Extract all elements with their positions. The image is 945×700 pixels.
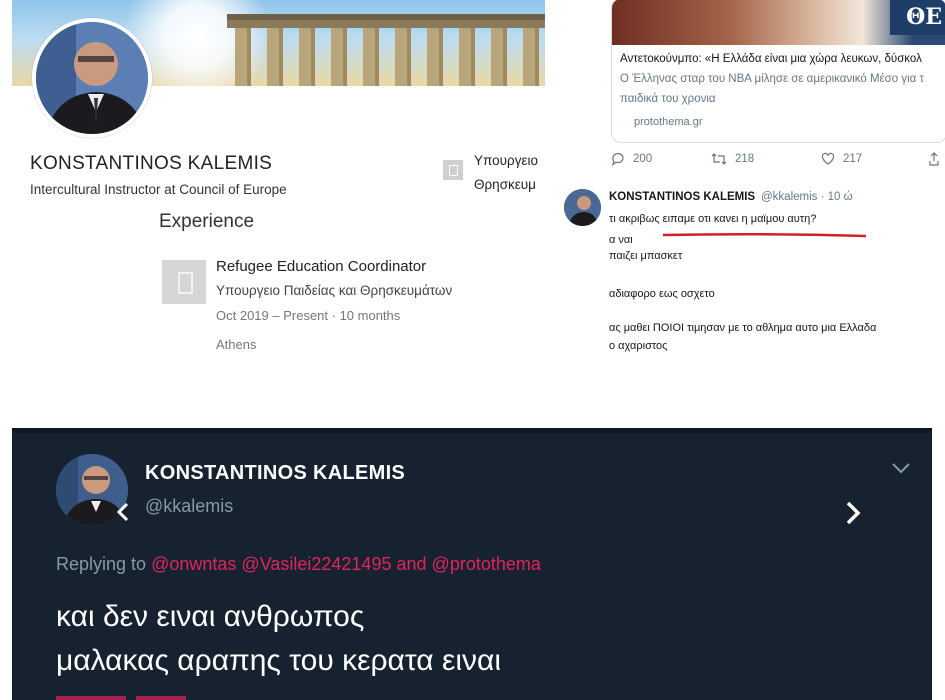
- profile-name: KONSTANTINOS KALEMIS: [30, 153, 273, 174]
- tweet-text-line: μαλακας αραπης του κερατα ειναι: [56, 644, 502, 677]
- chevron-down-icon[interactable]: [890, 460, 912, 476]
- reply-author-name[interactable]: KONSTANTINOS KALEMIS: [609, 191, 755, 203]
- mention-link[interactable]: @protothema: [432, 554, 541, 574]
- experience-heading: Experience: [159, 211, 255, 232]
- tweet-author-handle[interactable]: @kkalemis: [145, 496, 233, 517]
- share-icon: [929, 152, 939, 166]
- reply-line: τι ακριβως ειπαμε οτι κανει η μαϊμου αυτ…: [609, 213, 817, 225]
- reply-line: αδιαφορο εως οσχετο: [609, 288, 715, 300]
- reply-avatar[interactable]: [564, 189, 601, 226]
- card-url: protothema.gr: [634, 116, 703, 128]
- profile-avatar[interactable]: [32, 18, 152, 138]
- card-image: ΘΕ: [612, 0, 945, 45]
- link-preview-card[interactable]: ΘΕ Αντετοκούνμπο: «Η Ελλάδα είναι μια χώ…: [611, 0, 945, 143]
- replying-prefix: Replying to: [56, 554, 147, 574]
- parthenon-image: [227, 14, 545, 86]
- card-description: Ο Έλληνας σταρ του NBA μίλησε σε αμερικα…: [620, 73, 925, 85]
- mention-link[interactable]: @Vasilei22421495: [241, 554, 391, 574]
- experience-organization: Υπουργειο Παιδείας και Θρησκευμάτων: [216, 283, 453, 298]
- experience-dates: Oct 2019 – Present · 10 months: [216, 308, 401, 323]
- reply-count: 200: [633, 153, 653, 165]
- card-image-badge: ΘΕ: [890, 0, 945, 35]
- retweet-count: 218: [735, 153, 755, 165]
- reply-line: παιζει μπασκετ: [609, 250, 683, 262]
- experience-location: Athens: [216, 337, 257, 352]
- card-description-2: παιδικά του χρονια: [620, 93, 716, 105]
- profile-headline: Intercultural Instructor at Council of E…: [30, 182, 287, 197]
- card-title: Αντετοκούνμπο: «Η Ελλάδα είναι μια χώρα …: [620, 53, 922, 65]
- chevron-left-icon[interactable]: [116, 502, 130, 522]
- top-bar: [12, 428, 932, 433]
- tweet-text-line: και δεν ειναι ανθρωπος: [56, 600, 365, 633]
- like-count: 217: [843, 153, 863, 165]
- reply-line: α ναι: [609, 234, 633, 246]
- retweet-icon: [711, 153, 727, 165]
- current-org-line1[interactable]: Υπουργειο: [474, 153, 538, 168]
- mention-and: and: [396, 554, 427, 574]
- person-photo-icon: [564, 189, 601, 226]
- cut-off-mention-text: [56, 696, 186, 700]
- dark-tweet: KONSTANTINOS KALEMIS @kkalemis Replying …: [12, 428, 932, 700]
- linkedin-profile-panel: KONSTANTINOS KALEMIS Intercultural Instr…: [12, 0, 545, 352]
- current-org-line2[interactable]: Θρησκευμ: [474, 177, 536, 192]
- reply-line: ο αχαριστος: [609, 340, 668, 352]
- tweet-actions: 200 218 217: [611, 152, 941, 170]
- twitter-light-panel: ΘΕ Αντετοκούνμπο: «Η Ελλάδα είναι μια χώ…: [556, 0, 945, 352]
- replying-to: Replying to @onwntas @Vasilei22421495 an…: [56, 554, 541, 575]
- reply-author-handle[interactable]: @kkalemis · 10 ώ: [761, 191, 853, 203]
- building-icon: [162, 260, 206, 304]
- reply-line: ας μαθει ΠΟΙΟΙ τιμησαν με το αθλημα αυτο…: [609, 322, 877, 334]
- tweet-author-name[interactable]: KONSTANTINOS KALEMIS: [145, 462, 405, 485]
- experience-title[interactable]: Refugee Education Coordinator: [216, 258, 426, 275]
- reply-icon: [611, 152, 624, 166]
- retweet-action[interactable]: 218: [711, 152, 754, 166]
- like-icon: [821, 152, 835, 165]
- reply-action[interactable]: 200: [611, 152, 652, 166]
- share-action[interactable]: [929, 152, 939, 166]
- like-action[interactable]: 217: [821, 152, 862, 166]
- building-icon: [443, 160, 463, 180]
- chevron-right-icon[interactable]: [844, 500, 862, 526]
- red-underline-mark: [663, 232, 866, 238]
- person-photo-icon: [36, 22, 148, 134]
- mention-link[interactable]: @onwntas: [151, 554, 236, 574]
